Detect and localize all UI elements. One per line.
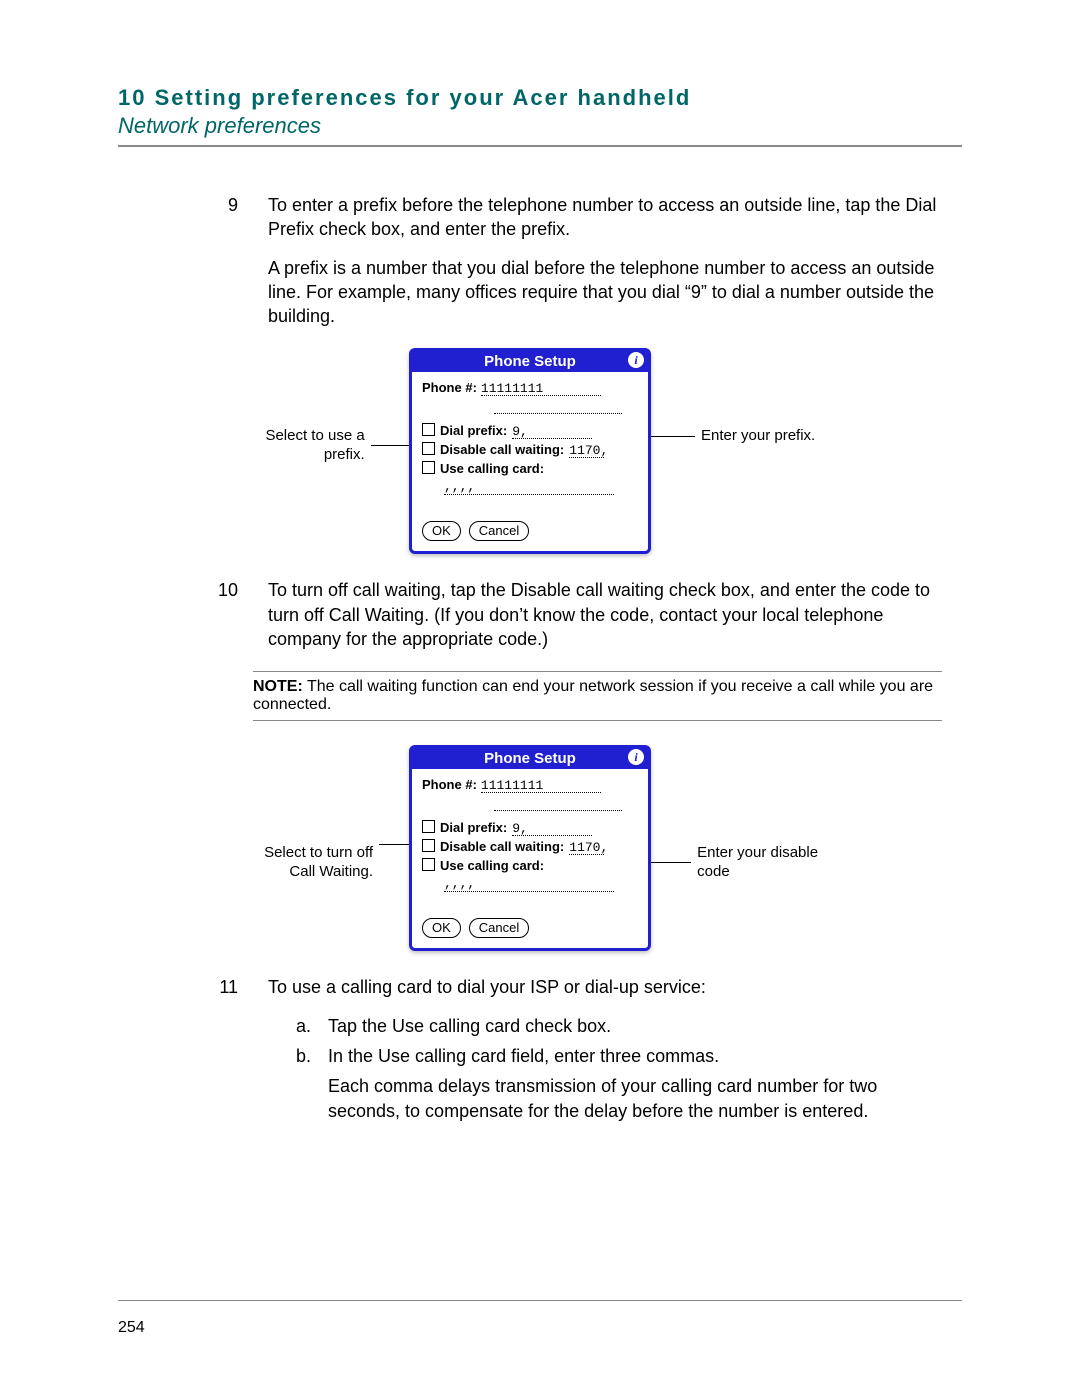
dialog-title: Phone Setup bbox=[484, 750, 576, 767]
header-rule bbox=[118, 145, 962, 147]
phone-label: Phone #: bbox=[422, 777, 477, 792]
callout-right: Enter your disable code bbox=[697, 844, 841, 882]
step-text: To enter a prefix before the telephone n… bbox=[268, 193, 942, 242]
disable-call-waiting-label: Disable call waiting: bbox=[440, 442, 564, 457]
dialog-titlebar: Phone Setup i bbox=[412, 351, 648, 372]
disable-call-waiting-field[interactable]: 1170, bbox=[569, 841, 604, 855]
callout-line bbox=[371, 445, 409, 447]
substep-text: In the Use calling card field, enter thr… bbox=[328, 1044, 942, 1068]
calling-card-field[interactable]: ,,,, bbox=[444, 876, 614, 892]
substep-letter: b. bbox=[296, 1044, 310, 1123]
disable-call-waiting-checkbox[interactable] bbox=[422, 442, 435, 455]
disable-call-waiting-field[interactable]: 1170, bbox=[569, 444, 604, 458]
phone-field[interactable]: 11111111 bbox=[481, 382, 601, 396]
step-text: To use a calling card to dial your ISP o… bbox=[268, 975, 942, 999]
figure-phone-setup-2: Select to turn off Call Waiting. Phone S… bbox=[118, 745, 962, 951]
dial-prefix-field[interactable]: 9, bbox=[512, 822, 592, 836]
dial-prefix-label: Dial prefix: bbox=[440, 423, 507, 438]
note-rule-top bbox=[253, 671, 942, 672]
callout-left: Select to turn off Call Waiting. bbox=[239, 844, 373, 882]
page-number: 254 bbox=[118, 1319, 145, 1337]
calling-card-label: Use calling card: bbox=[440, 858, 544, 873]
substep-text: Tap the Use calling card check box. bbox=[328, 1014, 611, 1038]
figure-phone-setup-1: Select to use a prefix. Phone Setup i Ph… bbox=[118, 348, 962, 554]
ok-button[interactable]: OK bbox=[422, 918, 461, 938]
section-subtitle: Network preferences bbox=[118, 113, 962, 139]
note-rule-bottom bbox=[253, 720, 942, 721]
callout-line bbox=[379, 844, 409, 846]
note-text: The call waiting function can end your n… bbox=[253, 678, 933, 713]
step-number: 9 bbox=[118, 193, 268, 342]
dialog-title: Phone Setup bbox=[484, 353, 576, 370]
disable-call-waiting-label: Disable call waiting: bbox=[440, 839, 564, 854]
note-label: NOTE: bbox=[253, 678, 303, 695]
ok-button[interactable]: OK bbox=[422, 521, 461, 541]
calling-card-label: Use calling card: bbox=[440, 461, 544, 476]
disable-call-waiting-checkbox[interactable] bbox=[422, 839, 435, 852]
info-icon[interactable]: i bbox=[628, 352, 644, 368]
cancel-button[interactable]: Cancel bbox=[469, 521, 529, 541]
callout-right: Enter your prefix. bbox=[701, 427, 815, 446]
calling-card-field[interactable]: ,,,, bbox=[444, 479, 614, 495]
dial-prefix-label: Dial prefix: bbox=[440, 820, 507, 835]
phone-field-line2[interactable] bbox=[494, 400, 622, 414]
callout-left: Select to use a prefix. bbox=[239, 427, 365, 465]
dialog-titlebar: Phone Setup i bbox=[412, 748, 648, 769]
substep-letter: a. bbox=[296, 1014, 310, 1038]
callout-line bbox=[651, 862, 691, 864]
calling-card-checkbox[interactable] bbox=[422, 858, 435, 871]
dial-prefix-field[interactable]: 9, bbox=[512, 425, 592, 439]
chapter-title: 10 Setting preferences for your Acer han… bbox=[118, 85, 962, 111]
phone-field-line2[interactable] bbox=[494, 797, 622, 811]
callout-line bbox=[651, 436, 695, 438]
dial-prefix-checkbox[interactable] bbox=[422, 820, 435, 833]
step-number: 10 bbox=[118, 578, 268, 665]
phone-field[interactable]: 11111111 bbox=[481, 779, 601, 793]
calling-card-checkbox[interactable] bbox=[422, 461, 435, 474]
substep-extra: Each comma delays transmission of your c… bbox=[328, 1074, 942, 1123]
step-number: 11 bbox=[118, 975, 268, 1128]
step-text: A prefix is a number that you dial befor… bbox=[268, 256, 942, 329]
cancel-button[interactable]: Cancel bbox=[469, 918, 529, 938]
dial-prefix-checkbox[interactable] bbox=[422, 423, 435, 436]
phone-label: Phone #: bbox=[422, 380, 477, 395]
footer-rule bbox=[118, 1300, 962, 1301]
step-text: To turn off call waiting, tap the Disabl… bbox=[268, 578, 942, 651]
phone-setup-dialog: Phone Setup i Phone #: 11111111 Dial pre… bbox=[409, 348, 651, 554]
info-icon[interactable]: i bbox=[628, 749, 644, 765]
phone-setup-dialog: Phone Setup i Phone #: 11111111 Dial pre… bbox=[409, 745, 651, 951]
